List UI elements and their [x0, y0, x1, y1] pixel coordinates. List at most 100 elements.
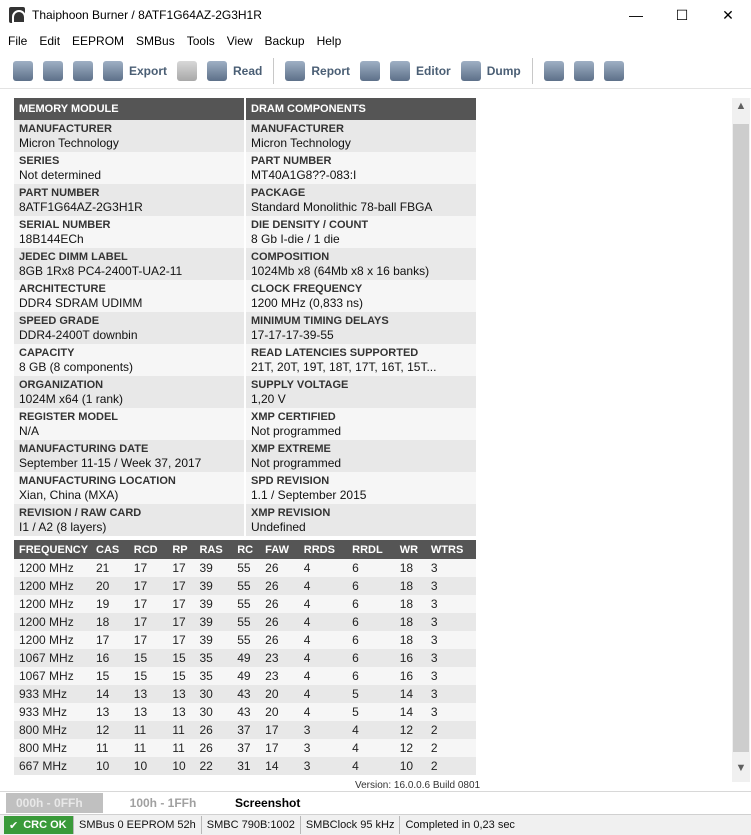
table-cell: 20 [260, 703, 299, 721]
table-row: 1200 MHz 21 17 17 39 55 26 4 6 18 3 [14, 559, 476, 577]
toolbar: Export Read Report Editor Dump [0, 53, 751, 89]
spd-row: REGISTER MODEL N/A XMP CERTIFIED Not progra… [14, 408, 476, 440]
open-button[interactable] [38, 56, 68, 86]
spd-header-row: MEMORY MODULE DRAM COMPONENTS [14, 98, 476, 120]
field-value: 8 GB (8 components) [19, 360, 134, 374]
field-value: Not programmed [251, 424, 342, 438]
dram-field: DIE DENSITY / COUNT 8 Gb I-die / 1 die [246, 216, 476, 248]
tab-100h-1ffh[interactable]: 100h - 1FFh [113, 793, 213, 813]
tab-screenshot[interactable]: Screenshot [225, 793, 310, 813]
table-cell: 3 [298, 721, 348, 739]
spd-row: ORGANIZATION 1024M x64 (1 rank) SUPPLY VOL… [14, 376, 476, 408]
read-button[interactable]: Read [202, 56, 267, 86]
spd-row: MANUFACTURER Micron Technology MANUFACTURE… [14, 120, 476, 152]
dram-field: PART NUMBER MT40A1G8??-083:I [246, 152, 476, 184]
menu-file[interactable]: File [2, 34, 33, 48]
table-cell: 18 [394, 613, 426, 631]
table-cell: 4 [298, 685, 348, 703]
table-row: 1067 MHz 16 15 15 35 49 23 4 6 16 3 [14, 649, 476, 667]
scroll-up-icon[interactable]: ▲ [732, 100, 750, 118]
menu-backup[interactable]: Backup [259, 34, 311, 48]
table-row: 800 MHz 12 11 11 26 37 17 3 4 12 2 [14, 721, 476, 739]
vertical-scrollbar[interactable]: ▲ ▼ [732, 98, 750, 782]
table-cell: 1200 MHz [14, 613, 91, 631]
editor-button[interactable]: Editor [385, 56, 456, 86]
check-icon: ✔ [9, 819, 19, 832]
menu-eeprom[interactable]: EEPROM [66, 34, 130, 48]
field-label: REGISTER MODEL [19, 411, 119, 423]
table-cell: 17 [91, 631, 129, 649]
table-cell: 6 [347, 595, 395, 613]
table-cell: 1200 MHz [14, 577, 91, 595]
table-cell: 19 [91, 595, 129, 613]
table-cell: 17 [167, 613, 195, 631]
app-logo-icon [9, 7, 26, 24]
table-cell: 15 [128, 649, 168, 667]
export-icon [103, 60, 123, 81]
dram-field: SUPPLY VOLTAGE 1,20 V [246, 376, 476, 408]
compare-button[interactable] [569, 56, 599, 86]
tools-button[interactable] [355, 56, 385, 86]
table-cell: 1067 MHz [14, 649, 91, 667]
table-cell: 18 [394, 595, 426, 613]
field-value: DDR4-2400T downbin [19, 328, 138, 342]
table-row: 933 MHz 13 13 13 30 43 20 4 5 14 3 [14, 703, 476, 721]
search-spd-button[interactable] [539, 56, 569, 86]
field-value: Not determined [19, 168, 102, 182]
read-label: Read [233, 63, 263, 78]
field-label: XMP CERTIFIED [251, 411, 336, 423]
table-cell: 14 [91, 685, 129, 703]
spd-row: REVISION / RAW CARD I1 / A2 (8 layers) XMP… [14, 504, 476, 536]
table-cell: 12 [91, 721, 129, 739]
dram-field: CLOCK FREQUENCY 1200 MHz (0,833 ns) [246, 280, 476, 312]
search-chip-icon [543, 60, 564, 81]
spd-row: MANUFACTURING DATE September 11-15 / Week… [14, 440, 476, 472]
menu-help[interactable]: Help [311, 34, 348, 48]
field-value: 8GB 1Rx8 PC4-2400T-UA2-11 [19, 264, 183, 278]
dump-button[interactable]: Dump [456, 56, 526, 86]
column-header: RRDS [298, 540, 348, 559]
menu-smbus[interactable]: SMBus [130, 34, 181, 48]
menu-tools[interactable]: Tools [181, 34, 221, 48]
field-label: JEDEC DIMM LABEL [19, 251, 128, 263]
field-label: SPD REVISION [251, 475, 330, 487]
table-cell: 4 [298, 577, 348, 595]
table-cell: 6 [347, 577, 395, 595]
field-value: 1.1 / September 2015 [251, 488, 367, 502]
table-cell: 15 [91, 667, 129, 685]
table-cell: 3 [425, 667, 476, 685]
table-cell: 17 [260, 739, 299, 757]
smbc-status: SMBC 790B:1002 [202, 816, 301, 834]
maximize-button[interactable]: ☐ [659, 0, 705, 30]
magnifier-icon [207, 60, 228, 81]
scroll-thumb[interactable] [733, 124, 749, 752]
grid-icon [460, 60, 481, 81]
table-row: 933 MHz 14 13 13 30 43 20 4 5 14 3 [14, 685, 476, 703]
table-cell: 3 [425, 595, 476, 613]
table-cell: 15 [128, 667, 168, 685]
table-cell: 35 [194, 667, 233, 685]
table-cell: 11 [91, 739, 129, 757]
table-cell: 14 [394, 703, 426, 721]
table-cell: 17 [167, 631, 195, 649]
window-controls: — ☐ ✕ [613, 0, 751, 30]
monitor-button[interactable] [599, 56, 629, 86]
report-button[interactable]: Report [280, 56, 355, 86]
module-field: JEDEC DIMM LABEL 8GB 1Rx8 PC4-2400T-UA2-1… [14, 248, 244, 280]
save-button[interactable] [68, 56, 98, 86]
close-button[interactable]: ✕ [705, 0, 751, 30]
field-value: 1024Mb x8 (64Mb x8 x 16 banks) [251, 264, 430, 278]
table-cell: 26 [260, 631, 299, 649]
export-button[interactable]: Export [98, 56, 172, 86]
settings-button[interactable] [8, 56, 38, 86]
menu-edit[interactable]: Edit [33, 34, 66, 48]
table-cell: 3 [298, 757, 348, 775]
menu-bar: File Edit EEPROM SMBus Tools View Backup… [0, 31, 751, 51]
column-header: FREQUENCY [14, 540, 91, 559]
lock-button[interactable] [172, 56, 202, 86]
tab-000h-0ffh[interactable]: 000h - 0FFh [6, 792, 103, 813]
table-cell: 26 [260, 577, 299, 595]
minimize-button[interactable]: — [613, 0, 659, 30]
menu-view[interactable]: View [221, 34, 259, 48]
scroll-down-icon[interactable]: ▼ [732, 762, 750, 780]
